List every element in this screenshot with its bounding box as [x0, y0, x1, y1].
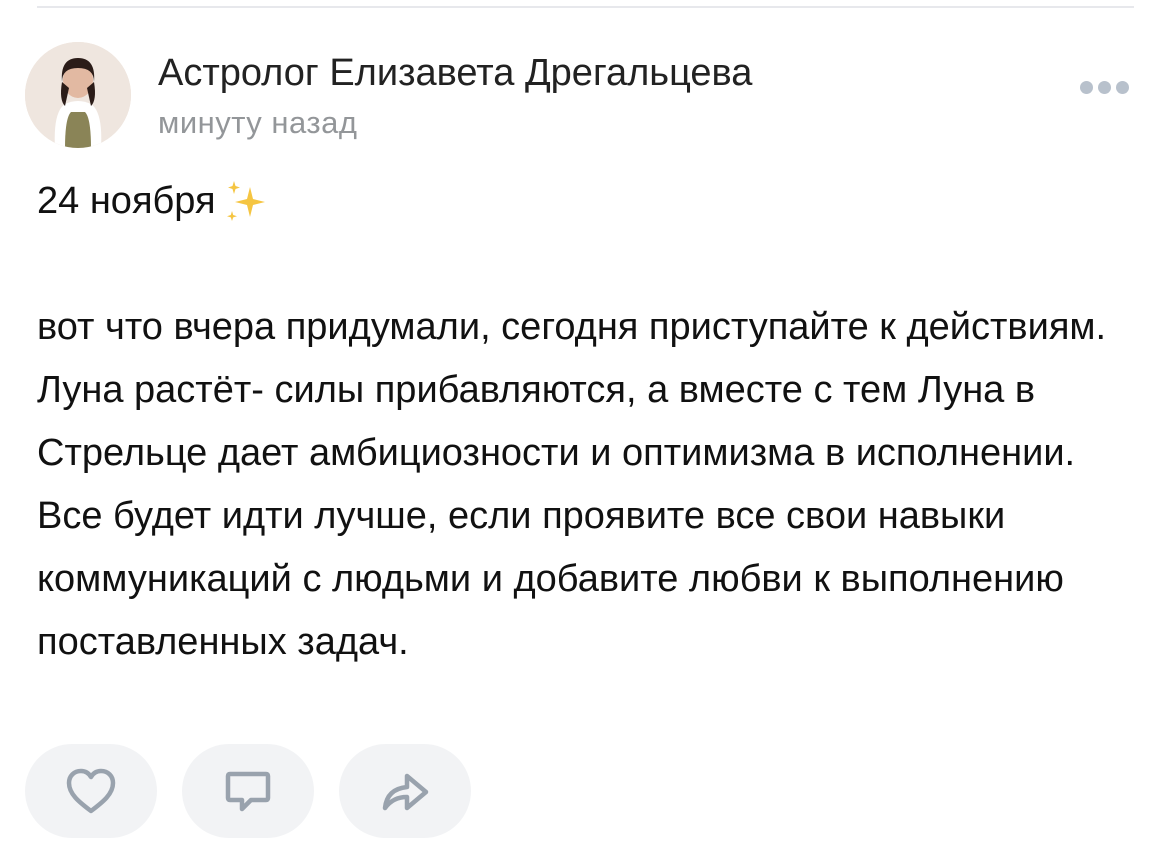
post-date-line: 24 ноября [37, 170, 1147, 233]
author-name[interactable]: Астролог Елизавета Дрегальцева [158, 50, 752, 96]
more-dot [1097, 80, 1111, 94]
comment-icon [225, 771, 271, 812]
comment-button[interactable] [182, 744, 314, 838]
post-card: Астролог Елизавета Дрегальцева минуту на… [0, 0, 1170, 864]
post-body: 24 ноября вот что вчера придумали, сегод… [37, 170, 1147, 674]
share-icon [382, 773, 429, 811]
heart-icon [66, 768, 116, 814]
share-button[interactable] [339, 744, 471, 838]
avatar-image [25, 42, 131, 148]
post-date: 24 ноября [37, 180, 216, 222]
post-time: минуту назад [158, 105, 358, 140]
more-dots-icon [1079, 80, 1093, 94]
sparkles-icon [226, 180, 265, 221]
post-text: вот что вчера придумали, сегодня приступ… [37, 306, 1117, 663]
avatar[interactable] [25, 42, 131, 148]
post-actions [25, 744, 471, 838]
more-options-button[interactable] [1074, 72, 1134, 102]
more-dot [1115, 80, 1129, 94]
like-button[interactable] [25, 744, 157, 838]
